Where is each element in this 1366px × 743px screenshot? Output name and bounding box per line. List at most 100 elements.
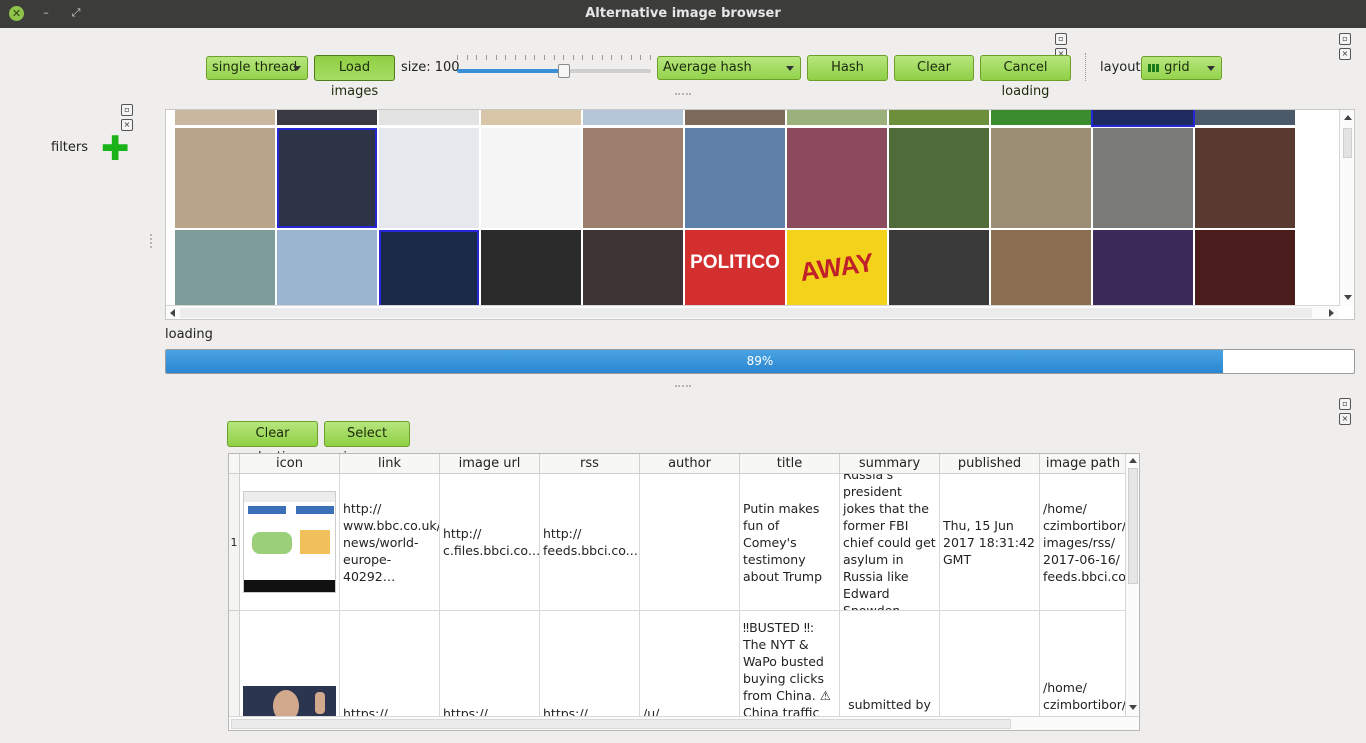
cell-summary[interactable]: Russia's president jokes that the former… xyxy=(840,474,940,611)
slider-tick xyxy=(543,55,545,60)
cell-image-url[interactable]: http:// c.files.bbci.co.… xyxy=(440,474,540,611)
column-header-rss[interactable]: rss xyxy=(540,454,640,474)
column-header-image-path[interactable]: image path xyxy=(1040,454,1127,474)
grid-horizontal-scrollbar[interactable] xyxy=(166,305,1339,319)
cell-link[interactable]: http:// www.bbc.co.uk/ news/world- europ… xyxy=(340,474,440,611)
thumb-parade[interactable] xyxy=(583,128,683,228)
load-images-button[interactable]: Load images xyxy=(314,55,395,99)
cell-link[interactable]: https:// xyxy=(340,611,440,730)
thumb-partial[interactable] xyxy=(991,110,1091,125)
grid-vertical-scrollbar[interactable] xyxy=(1339,110,1354,306)
thumb-partial[interactable] xyxy=(277,110,377,125)
progress-text: 89% xyxy=(746,354,774,368)
cell-image-url[interactable]: https:// xyxy=(440,611,540,730)
cell-image-path[interactable]: /home/ czimbortibor/ images/rss/ 2017-06… xyxy=(1040,474,1127,611)
hash-button[interactable]: Hash xyxy=(807,55,888,81)
scroll-up-icon[interactable] xyxy=(1344,115,1352,120)
cell-title[interactable]: Putin makes fun of Comey's testimony abo… xyxy=(740,474,840,611)
thumb-partial[interactable] xyxy=(889,110,989,125)
table-dock-buttons[interactable]: ▫× xyxy=(1339,395,1365,425)
select-images-button[interactable]: Select images xyxy=(324,421,410,465)
table-row-icon xyxy=(240,474,340,611)
scroll-left-icon[interactable] xyxy=(170,309,175,317)
cell-rss[interactable]: http:// feeds.bbci.co.… xyxy=(540,474,640,611)
image-grid[interactable]: POLITICO AWAY xyxy=(165,109,1355,320)
scroll-up-icon[interactable] xyxy=(1129,458,1137,463)
scroll-right-icon[interactable] xyxy=(1329,309,1334,317)
column-header-summary[interactable]: summary xyxy=(840,454,940,474)
clear-button[interactable]: Clear xyxy=(894,55,974,81)
thumb-athlete[interactable] xyxy=(1093,128,1193,228)
thread-mode-value: single thread xyxy=(212,60,298,75)
thumb-partial[interactable] xyxy=(787,110,887,125)
thread-mode-select[interactable]: single thread xyxy=(206,56,308,80)
splitter-handle-vertical[interactable] xyxy=(150,234,152,248)
cell-published[interactable]: Thu, 15 Jun 2017 18:31:42 GMT xyxy=(940,474,1040,611)
size-slider[interactable] xyxy=(457,55,651,81)
cancel-loading-button[interactable]: Cancel loading xyxy=(980,55,1071,99)
cell-title[interactable]: ‼BUSTED ‼: The NYT & WaPo busted buying … xyxy=(740,611,840,730)
slider-tick xyxy=(485,55,487,60)
scroll-thumb[interactable] xyxy=(1343,128,1352,158)
cell-summary[interactable]: submitted by /u/ xyxy=(840,611,940,730)
add-filter-icon[interactable]: ✚ xyxy=(101,132,130,166)
scroll-thumb[interactable] xyxy=(180,308,1312,318)
thumb-tweet[interactable] xyxy=(481,128,581,228)
table-horizontal-scrollbar[interactable] xyxy=(229,716,1139,730)
slider-tick xyxy=(466,55,468,60)
close-dock-icon[interactable]: × xyxy=(1339,413,1351,425)
thumb-putin[interactable] xyxy=(277,128,377,228)
table-row-icon xyxy=(240,611,340,730)
thumb-trump[interactable] xyxy=(685,128,785,228)
scroll-thumb[interactable] xyxy=(1128,468,1138,584)
cell-author[interactable]: /u/ xyxy=(640,611,740,730)
column-header-link[interactable]: link xyxy=(340,454,440,474)
thumb-document[interactable] xyxy=(379,128,479,228)
table-vertical-scrollbar[interactable] xyxy=(1125,454,1139,716)
thumb-partial[interactable] xyxy=(583,110,683,125)
cell-rss[interactable]: https:// xyxy=(540,611,640,730)
clear-selection-button[interactable]: Clear selection xyxy=(227,421,318,465)
toolbar-dock-buttons[interactable]: ▫× xyxy=(1055,30,1081,60)
slider-tick xyxy=(514,55,516,60)
cell-author[interactable] xyxy=(640,474,740,611)
column-header-icon[interactable]: icon xyxy=(240,454,340,474)
thumb-partial[interactable] xyxy=(379,110,479,125)
row-header[interactable]: 2 xyxy=(229,611,240,730)
float-icon[interactable]: ▫ xyxy=(1339,33,1351,45)
thumb-construction[interactable] xyxy=(991,128,1091,228)
column-header-image-url[interactable]: image url xyxy=(440,454,540,474)
cell-image-path[interactable]: /home/ czimbortibor/ images/rss/ xyxy=(1040,611,1127,730)
hash-algorithm-select[interactable]: Average hash xyxy=(657,56,801,80)
column-header-author[interactable]: author xyxy=(640,454,740,474)
float-icon[interactable]: ▫ xyxy=(1055,33,1067,45)
grid-dock-buttons[interactable]: ▫× xyxy=(1339,30,1365,60)
cell-published[interactable] xyxy=(940,611,1040,730)
float-icon[interactable]: ▫ xyxy=(121,104,133,116)
column-header-published[interactable]: published xyxy=(940,454,1040,474)
thumb-partial[interactable] xyxy=(175,110,275,125)
thumb-aerial-field[interactable] xyxy=(889,128,989,228)
thumb-comic[interactable] xyxy=(787,128,887,228)
feed-table[interactable]: icon link image url rss author title sum… xyxy=(228,453,1140,731)
thumb-press[interactable] xyxy=(1195,128,1295,228)
splitter-handle[interactable] xyxy=(675,385,691,387)
layout-value: grid xyxy=(1164,60,1190,75)
close-dock-icon[interactable]: × xyxy=(1339,48,1351,60)
float-icon[interactable]: ▫ xyxy=(1339,398,1351,410)
column-header-title[interactable]: title xyxy=(740,454,840,474)
filters-dock-buttons[interactable]: ▫× xyxy=(121,101,147,131)
scroll-down-icon[interactable] xyxy=(1129,705,1137,710)
scroll-thumb[interactable] xyxy=(231,719,1011,729)
thumb-partial[interactable] xyxy=(1195,110,1295,125)
row-header[interactable]: 1 xyxy=(229,474,240,611)
thumb-partial[interactable] xyxy=(481,110,581,125)
layout-select[interactable]: grid xyxy=(1141,56,1222,80)
thumb-dental-group[interactable] xyxy=(175,128,275,228)
thumb-partial[interactable] xyxy=(685,110,785,125)
scroll-down-icon[interactable] xyxy=(1344,295,1352,300)
thumb-partial[interactable] xyxy=(1091,110,1195,127)
slider-handle[interactable] xyxy=(557,64,570,78)
slider-tick xyxy=(553,55,555,60)
splitter-handle[interactable] xyxy=(675,93,691,95)
